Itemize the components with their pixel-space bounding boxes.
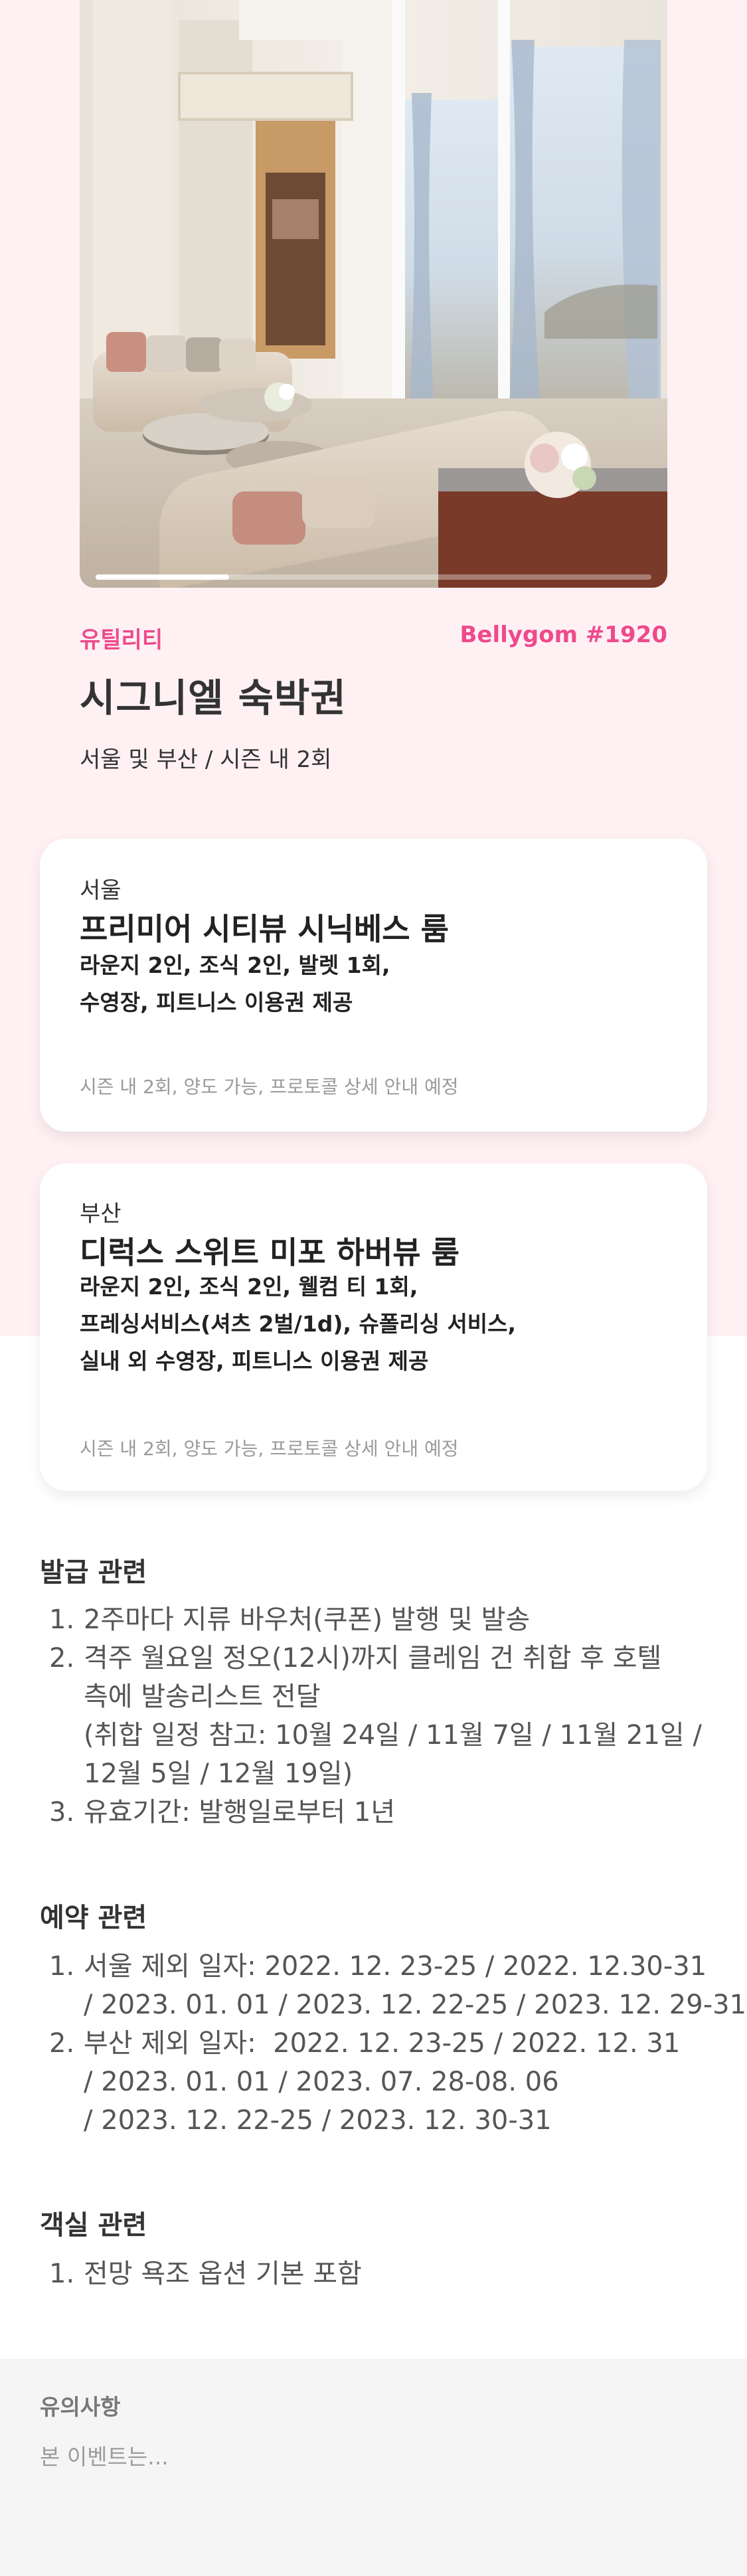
list-line: 유효기간: 발행일로부터 1년 — [84, 1797, 396, 1828]
list-number: 3. — [49, 1797, 75, 1828]
list-item: 1. 서울 제외 일자: 2022. 12. 23-25 / 2022. 12.… — [40, 1947, 747, 2024]
list-line: 부산 제외 일자: 2022. 12. 23-25 / 2022. 12. 31 — [84, 2028, 681, 2059]
card-benefits: 라운지 2인, 조식 2인, 웰컴 티 1회, 프레싱서비스(셔츠 2벌/1d)… — [80, 1268, 664, 1380]
carousel-progress-fill — [96, 574, 229, 580]
list-item: 3. 유효기간: 발행일로부터 1년 — [40, 1793, 710, 1832]
card-note: 시즌 내 2회, 양도 가능, 프로토콜 상세 안내 예정 — [80, 1076, 459, 1098]
list-line: / 2023. 12. 22-25 / 2023. 12. 30-31 — [84, 2105, 552, 2136]
list-number: 2. — [49, 1643, 75, 1674]
reservation-list: 1. 서울 제외 일자: 2022. 12. 23-25 / 2022. 12.… — [40, 1947, 747, 2140]
reservation-section-title: 예약 관련 — [40, 1903, 147, 1933]
list-number: 1. — [49, 2259, 75, 2289]
room-card-seoul: 서울 프리미어 시티뷰 시닉베스 룸 라운지 2인, 조식 2인, 발렛 1회,… — [40, 839, 707, 1132]
list-item: 2. 격주 월요일 정오(12시)까지 클레임 건 취합 후 호텔 측에 발송리… — [40, 1639, 710, 1793]
list-line: 측에 발송리스트 전달 — [84, 1681, 321, 1712]
card-city-label: 서울 — [80, 877, 122, 904]
card-benefit-line: 실내 외 수영장, 피트니스 이용권 제공 — [80, 1348, 429, 1374]
carousel-progress-bar — [96, 574, 651, 580]
card-benefit-line: 수영장, 피트니스 이용권 제공 — [80, 989, 353, 1015]
card-benefits: 라운지 2인, 조식 2인, 발렛 1회, 수영장, 피트니스 이용권 제공 — [80, 947, 664, 1021]
list-line: / 2023. 01. 01 / 2023. 07. 28-08. 06 — [84, 2067, 559, 2097]
hotel-suite-photo — [80, 0, 667, 588]
card-note: 시즌 내 2회, 양도 가능, 프로토콜 상세 안내 예정 — [80, 1438, 459, 1460]
list-line: 격주 월요일 정오(12시)까지 클레임 건 취합 후 호텔 — [84, 1643, 662, 1674]
list-number: 1. — [49, 1604, 75, 1635]
notice-title: 유의사항 — [40, 2394, 121, 2420]
list-line: 서울 제외 일자: 2022. 12. 23-25 / 2022. 12.30-… — [84, 1951, 707, 1982]
room-section-title: 객실 관련 — [40, 2210, 147, 2241]
issuance-list: 1. 2주마다 지류 바우처(쿠폰) 발행 및 발송 2. 격주 월요일 정오(… — [40, 1600, 710, 1832]
hero-image-carousel[interactable] — [80, 0, 667, 588]
list-line: 전망 욕조 옵션 기본 포함 — [84, 2259, 362, 2289]
list-line: 2주마다 지류 바우처(쿠폰) 발행 및 발송 — [84, 1604, 531, 1635]
category-label: 유틸리티 — [80, 627, 163, 653]
notice-text[interactable]: 본 이벤트는... — [40, 2439, 169, 2471]
card-benefit-line: 라운지 2인, 조식 2인, 발렛 1회, — [80, 952, 390, 978]
list-line: (취합 일정 참고: 10월 24일 / 11월 7일 / 11월 21일 / — [84, 1720, 702, 1751]
list-item: 1. 2주마다 지류 바우처(쿠폰) 발행 및 발송 — [40, 1600, 710, 1639]
list-number: 1. — [49, 1951, 75, 1982]
card-room-name: 프리미어 시티뷰 시닉베스 룸 — [80, 911, 449, 947]
card-city-label: 부산 — [80, 1201, 122, 1227]
list-item: 2. 부산 제외 일자: 2022. 12. 23-25 / 2022. 12.… — [40, 2024, 710, 2140]
product-title: 시그니엘 숙박권 — [80, 675, 347, 721]
room-card-busan: 부산 디럭스 스위트 미포 하버뷰 룸 라운지 2인, 조식 2인, 웰컴 티 … — [40, 1163, 707, 1491]
list-line: / 2023. 01. 01 / 2023. 12. 22-25 / 2023.… — [84, 1990, 747, 2020]
list-number: 2. — [49, 2028, 75, 2059]
token-id-label: Bellygom #1920 — [459, 622, 667, 648]
card-benefit-line: 프레싱서비스(셔츠 2벌/1d), 슈폴리싱 서비스, — [80, 1311, 517, 1337]
issuance-section-title: 발급 관련 — [40, 1557, 147, 1588]
list-item: 1. 전망 욕조 옵션 기본 포함 — [40, 2255, 710, 2293]
card-benefit-line: 라운지 2인, 조식 2인, 웰컴 티 1회, — [80, 1274, 418, 1300]
product-subtitle: 서울 및 부산 / 시즌 내 2회 — [80, 746, 332, 773]
room-list: 1. 전망 욕조 옵션 기본 포함 — [40, 2255, 710, 2293]
card-room-name: 디럭스 스위트 미포 하버뷰 룸 — [80, 1235, 459, 1270]
list-line: 12월 5일 / 12월 19일) — [84, 1759, 353, 1789]
